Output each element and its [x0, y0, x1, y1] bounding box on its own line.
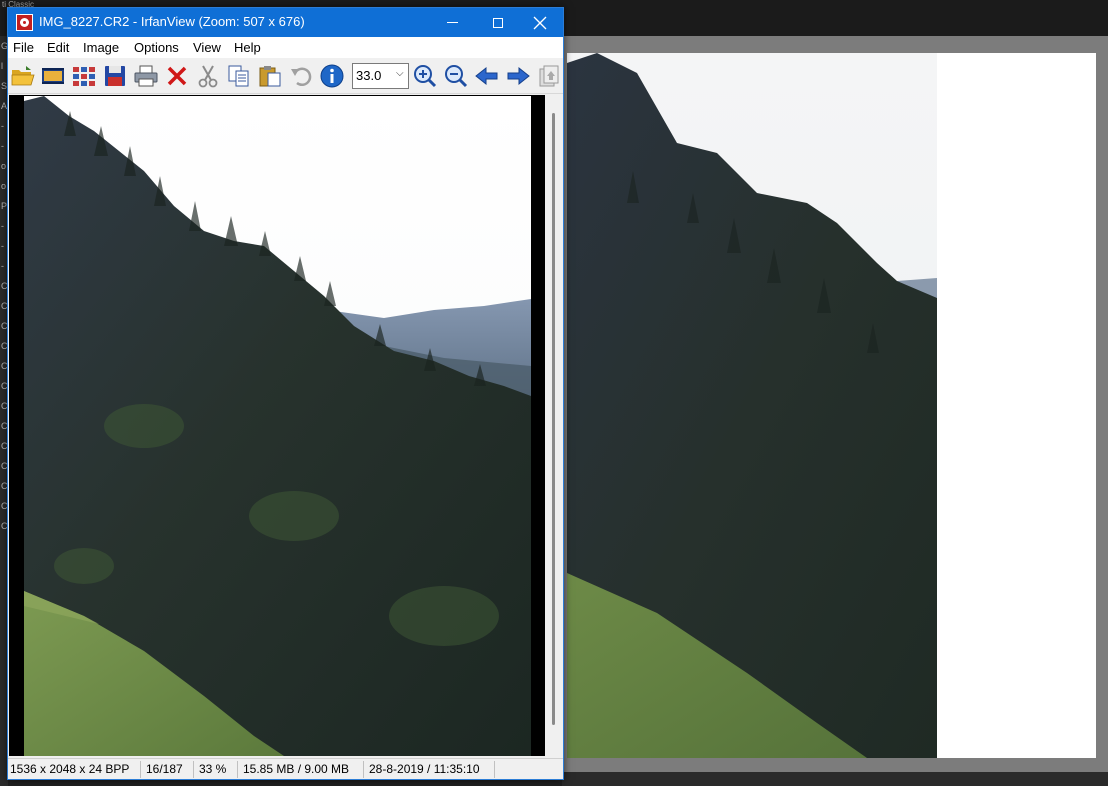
next-icon: [507, 66, 530, 86]
save-button[interactable]: [102, 63, 128, 89]
menu-edit[interactable]: Edit: [47, 40, 69, 55]
menu-help[interactable]: Help: [234, 40, 261, 55]
info-button[interactable]: [319, 63, 345, 89]
copy-icon: [228, 65, 249, 87]
print-button[interactable]: [133, 63, 159, 89]
menu-bar: File Edit Image Options View Help: [8, 37, 563, 58]
page-button[interactable]: [536, 63, 562, 89]
menu-view[interactable]: View: [193, 40, 221, 55]
zoom-in-button[interactable]: [412, 63, 438, 89]
status-separator: [494, 761, 495, 778]
scrollbar-thumb[interactable]: [552, 113, 555, 725]
irfanview-window: IMG_8227.CR2 - IrfanView (Zoom: 507 x 67…: [7, 7, 564, 780]
mountain-photo-svg: [24, 96, 531, 756]
status-dimensions: 1536 x 2048 x 24 BPP: [10, 762, 130, 776]
displayed-photo: [24, 96, 531, 756]
zoom-out-icon: [445, 65, 468, 88]
menu-options[interactable]: Options: [134, 40, 179, 55]
delete-icon: [167, 66, 187, 86]
status-bar: 1536 x 2048 x 24 BPP 16/187 33 % 15.85 M…: [8, 758, 563, 779]
image-viewport: [9, 95, 562, 756]
minimize-icon: [446, 22, 458, 24]
status-index: 16/187: [146, 762, 183, 776]
close-button[interactable]: [517, 8, 563, 37]
vertical-scrollbar[interactable]: [545, 95, 562, 756]
close-icon: [533, 16, 547, 30]
irfanview-app-icon[interactable]: [16, 14, 33, 31]
thumbnails-button[interactable]: [71, 63, 97, 89]
previous-icon: [475, 66, 498, 86]
menu-file[interactable]: File: [13, 40, 34, 55]
open-button[interactable]: [10, 63, 36, 89]
minimize-button[interactable]: [429, 8, 475, 37]
title-bar[interactable]: IMG_8227.CR2 - IrfanView (Zoom: 507 x 67…: [8, 8, 563, 37]
thumbnails-icon: [73, 67, 95, 86]
open-folder-icon: [11, 66, 35, 86]
slideshow-button[interactable]: [40, 63, 66, 89]
zoom-value: 33.0: [356, 68, 382, 83]
undo-button[interactable]: [288, 63, 314, 89]
copy-button[interactable]: [226, 63, 252, 89]
zoom-out-button[interactable]: [443, 63, 469, 89]
background-bottom-bar: [562, 772, 1108, 786]
status-memory: 15.85 MB / 9.00 MB: [243, 762, 350, 776]
zoom-in-icon: [414, 65, 437, 88]
cut-button[interactable]: [195, 63, 221, 89]
maximize-button[interactable]: [475, 8, 521, 37]
background-photo-preview: [567, 53, 937, 758]
delete-button[interactable]: [164, 63, 190, 89]
maximize-icon: [493, 17, 503, 28]
background-photo-svg: [567, 53, 937, 758]
chevron-down-icon: ⌵: [396, 68, 404, 79]
status-separator: [237, 761, 238, 778]
window-title: IMG_8227.CR2 - IrfanView (Zoom: 507 x 67…: [39, 14, 305, 29]
previous-button[interactable]: [474, 63, 500, 89]
image-display-area[interactable]: [9, 95, 545, 756]
slideshow-icon: [42, 68, 64, 84]
menu-image[interactable]: Image: [83, 40, 119, 55]
status-separator: [140, 761, 141, 778]
status-separator: [193, 761, 194, 778]
print-icon: [134, 65, 158, 87]
toolbar: 33.0 ⌵: [8, 58, 563, 94]
next-button[interactable]: [505, 63, 531, 89]
paste-icon: [259, 66, 281, 87]
info-icon: [320, 64, 344, 88]
status-datetime: 28-8-2019 / 11:35:10: [369, 762, 480, 776]
page-icon: [539, 65, 559, 87]
cut-icon: [198, 65, 218, 88]
undo-icon: [291, 67, 312, 86]
zoom-dropdown[interactable]: 33.0 ⌵: [352, 63, 409, 89]
status-separator: [363, 761, 364, 778]
status-zoom: 33 %: [199, 762, 227, 776]
save-icon: [105, 66, 125, 86]
paste-button[interactable]: [257, 63, 283, 89]
